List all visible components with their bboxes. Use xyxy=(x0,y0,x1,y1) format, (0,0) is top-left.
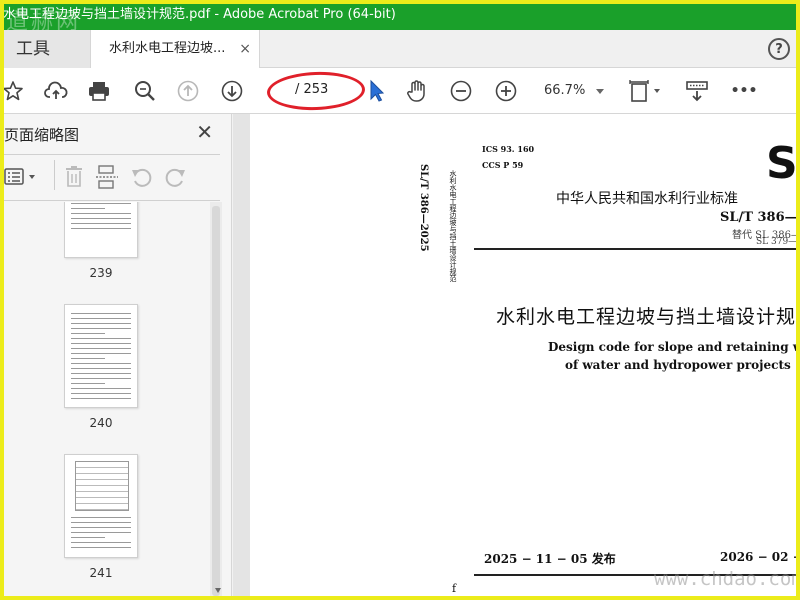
toolbar: / 253 66.7% ••• xyxy=(0,68,800,114)
spine-block: SL/T 386—2025 水利水电工程边坡与挡土墙设计规范 xyxy=(418,164,468,294)
spine-title: 水利水电工程边坡与挡土墙设计规范 xyxy=(449,170,457,282)
spine-code: SL/T 386—2025 xyxy=(418,164,429,252)
footer-mark: f xyxy=(452,582,457,595)
panel-toolbar xyxy=(0,160,220,192)
document-title-cn: 水利水电工程边坡与挡土墙设计规 xyxy=(496,306,797,328)
thumbnail-text-line xyxy=(71,547,131,548)
page-up-icon[interactable] xyxy=(175,78,201,104)
replaces-line-2: SL 379— xyxy=(756,237,798,247)
thumbnail-text-line xyxy=(71,368,131,369)
thumbnail-text-line xyxy=(71,353,131,354)
thumbnail-text-line xyxy=(71,517,131,518)
window-title-bar: 水电工程边坡与挡土墙设计规范.pdf - Adobe Acrobat Pro (… xyxy=(0,0,800,30)
thumbnail-text-line xyxy=(71,348,131,349)
ccs-code: CCS P 59 xyxy=(482,160,524,170)
page-down-icon[interactable] xyxy=(219,78,245,104)
hand-icon[interactable] xyxy=(404,78,430,104)
help-button[interactable]: ? xyxy=(768,38,790,60)
thumbnail-list: 239 240 241 xyxy=(0,202,210,600)
thumbnail-text-line xyxy=(71,358,105,359)
page-navigator: / 253 xyxy=(266,70,367,112)
thumbnails-panel: 页面缩略图 ✕ 239 240 241 xyxy=(0,114,232,600)
panel-close-button[interactable]: ✕ xyxy=(196,120,213,144)
thumbnail-text-line xyxy=(71,343,131,344)
tab-close-button[interactable]: × xyxy=(239,30,251,68)
watermark-bottom: www.chdao.com xyxy=(654,568,800,590)
thumbnail-text-line xyxy=(71,378,131,379)
keyboard-icon[interactable] xyxy=(684,78,710,104)
star-icon[interactable] xyxy=(0,78,26,104)
tab-document-label: 水利水电工程边坡... xyxy=(109,41,226,56)
thumbnail-options-icon[interactable] xyxy=(4,166,40,192)
thumbnail-text-line xyxy=(71,388,131,389)
header-rule xyxy=(474,248,800,250)
thumbnail-text-line xyxy=(71,323,131,324)
thumbnail-table xyxy=(75,461,129,511)
scrollbar-thumb[interactable] xyxy=(212,206,220,596)
thumbnail-text-line xyxy=(71,363,131,364)
thumbnail-text-line xyxy=(71,213,131,214)
ics-code: ICS 93. 160 xyxy=(482,144,535,154)
divider xyxy=(0,154,220,155)
standard-number: SL/T 386—2 xyxy=(720,210,800,225)
chevron-down-icon xyxy=(596,89,604,94)
implementation-date: 2026 − 02 − 05 xyxy=(720,550,800,564)
tab-tools[interactable]: 工具 xyxy=(0,30,90,68)
page-fit-icon[interactable] xyxy=(628,78,664,104)
highlight-ellipse xyxy=(266,70,366,112)
thumbnail-text-line xyxy=(71,313,131,314)
tab-document[interactable]: 水利水电工程边坡... × xyxy=(90,30,260,69)
page-thumbnail[interactable] xyxy=(64,454,138,558)
toolbar-separator xyxy=(54,160,55,190)
standard-category: 中华人民共和国水利行业标准 xyxy=(556,191,738,207)
select-arrow-icon[interactable] xyxy=(363,78,389,104)
standard-logo: SL xyxy=(766,138,800,189)
thumbnail-text-line xyxy=(71,318,131,319)
thumbnail-label: 239 xyxy=(89,266,113,280)
zoom-out-icon[interactable] xyxy=(448,78,474,104)
thumbnail-text-line xyxy=(71,527,131,528)
thumbnail-text-line xyxy=(71,218,131,219)
thumbnail-text-line xyxy=(71,532,131,533)
zoom-value: 66.7% xyxy=(544,83,586,98)
thumbnail-text-line xyxy=(71,208,105,209)
issue-date: 2025 − 11 − 05 发布 xyxy=(484,552,616,566)
thumbnail-text-line xyxy=(71,228,131,229)
thumbnail-text-line xyxy=(71,522,131,523)
thumbnail-text-line xyxy=(71,328,131,329)
panel-title: 页面缩略图 xyxy=(4,126,80,144)
thumbnail-text-line xyxy=(71,398,131,399)
tab-bar: 工具 水利水电工程边坡... × ? xyxy=(0,30,800,69)
scroll-down-icon[interactable] xyxy=(215,588,221,593)
divider xyxy=(0,200,220,201)
thumbnail-text-line xyxy=(71,542,131,543)
zoom-in-icon[interactable] xyxy=(493,78,519,104)
thumbnail-text-line xyxy=(71,537,105,538)
thumbnail-text-line xyxy=(71,223,131,224)
rotate-left-icon[interactable] xyxy=(130,166,154,192)
thumbnail-text-line xyxy=(71,338,131,339)
thumbnail-label: 241 xyxy=(89,566,113,580)
thumbnail-text-line xyxy=(71,203,131,204)
cloud-upload-icon[interactable] xyxy=(43,78,69,104)
zoom-select[interactable]: 66.7% xyxy=(536,81,608,101)
extract-page-icon[interactable] xyxy=(96,165,118,193)
pdf-page: SL/T 386—2025 水利水电工程边坡与挡土墙设计规范 ICS 93. 1… xyxy=(250,114,800,600)
rotate-right-icon[interactable] xyxy=(163,166,187,192)
document-title-en-1: Design code for slope and retaining wall xyxy=(548,340,800,354)
thumbnail-text-line xyxy=(71,333,105,334)
page-thumbnail[interactable] xyxy=(64,304,138,408)
document-viewport[interactable]: SL/T 386—2025 水利水电工程边坡与挡土墙设计规范 ICS 93. 1… xyxy=(233,114,800,600)
trash-icon[interactable] xyxy=(64,165,84,193)
print-icon[interactable] xyxy=(86,78,112,104)
thumbnail-text-line xyxy=(71,383,105,384)
thumbnail-label: 240 xyxy=(89,416,113,430)
panel-scrollbar[interactable] xyxy=(210,202,222,600)
document-title-en-2: of water and hydropower projects xyxy=(565,358,791,372)
zoom-search-icon[interactable] xyxy=(132,78,158,104)
more-icon[interactable]: ••• xyxy=(730,78,758,104)
thumbnail-text-line xyxy=(71,373,131,374)
page-thumbnail[interactable] xyxy=(64,202,138,258)
thumbnail-text-line xyxy=(71,393,131,394)
